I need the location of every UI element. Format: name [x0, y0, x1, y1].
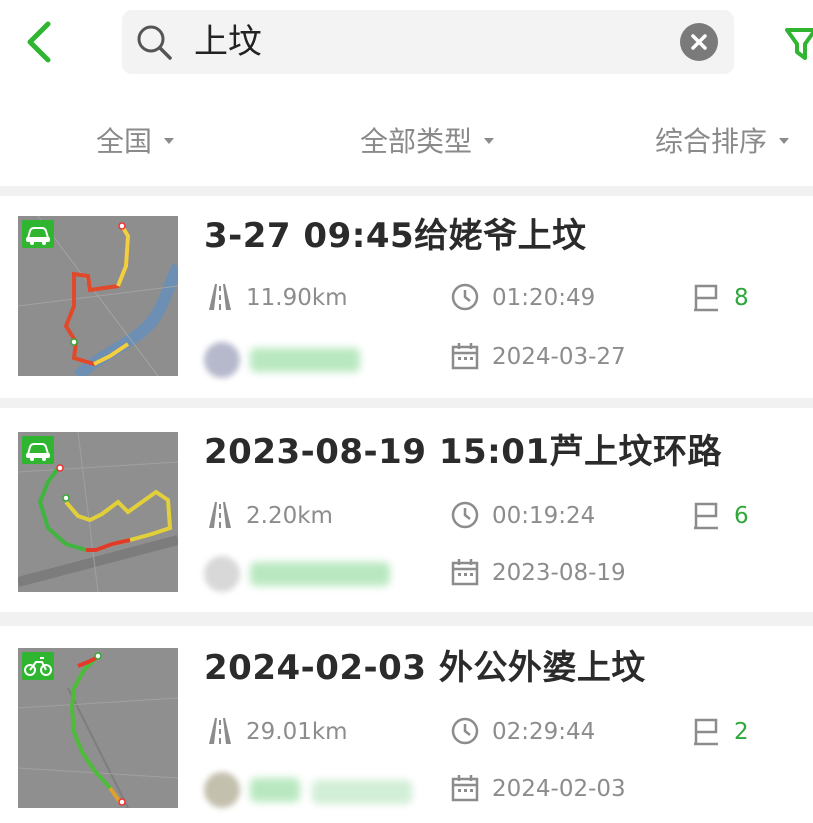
track-card[interactable]: 2023-08-19 15:01芦上坟环路 2.20km 00:19:24 6 …	[0, 412, 813, 612]
filter-type[interactable]: 全部类型	[360, 122, 495, 162]
chevron-left-icon	[27, 21, 51, 63]
date-value: 2024-02-03	[492, 776, 626, 802]
road-distance-icon	[209, 502, 231, 528]
search-input[interactable]: 上坟	[194, 20, 262, 64]
filter-region-label: 全国	[96, 125, 153, 158]
filter-type-label: 全部类型	[360, 125, 473, 158]
waypoint-count: 6	[734, 503, 749, 529]
duration-value: 00:19:24	[492, 503, 596, 529]
filter-sort-label: 综合排序	[655, 125, 768, 158]
calendar-icon	[451, 343, 479, 370]
clock-icon	[451, 283, 479, 311]
avatar[interactable]	[204, 556, 240, 592]
date-value: 2024-03-27	[492, 344, 626, 370]
caret-down-icon	[484, 138, 495, 144]
motorbike-icon	[22, 652, 54, 680]
road-distance-icon	[209, 284, 231, 310]
waypoint-count: 8	[734, 285, 749, 311]
caret-down-icon	[164, 138, 175, 144]
track-card[interactable]: 3-27 09:45给姥爷上坟 11.90km 01:20:49 8 2024-…	[0, 196, 813, 396]
distance-value: 11.90km	[246, 285, 348, 311]
filter-button[interactable]	[785, 18, 813, 66]
route-map-thumbnail[interactable]	[18, 432, 178, 592]
route-map-thumbnail[interactable]	[18, 648, 178, 808]
distance-value: 2.20km	[246, 503, 333, 529]
clock-icon	[451, 717, 479, 745]
top-bar: 上坟	[0, 0, 813, 82]
caret-down-icon	[779, 138, 790, 144]
filter-sort[interactable]: 综合排序	[655, 122, 790, 162]
road-distance-icon	[209, 718, 231, 744]
filter-bar: 全国 全部类型 综合排序	[0, 108, 813, 174]
duration-value: 02:29:44	[492, 719, 596, 745]
track-title[interactable]: 3-27 09:45给姥爷上坟	[204, 214, 587, 258]
flag-icon	[694, 718, 718, 746]
back-button[interactable]	[18, 18, 62, 66]
car-icon	[22, 436, 54, 464]
calendar-icon	[451, 775, 479, 802]
date-value: 2023-08-19	[492, 560, 626, 586]
card-divider	[0, 612, 813, 626]
avatar[interactable]	[204, 772, 240, 808]
funnel-icon	[785, 28, 813, 60]
route-map-thumbnail[interactable]	[18, 216, 178, 376]
filter-region[interactable]: 全国	[96, 122, 175, 162]
waypoint-count: 2	[734, 719, 749, 745]
track-title[interactable]: 2023-08-19 15:01芦上坟环路	[204, 430, 722, 474]
car-icon	[22, 220, 54, 248]
track-title[interactable]: 2024-02-03 外公外婆上坟	[204, 646, 646, 690]
close-icon	[691, 34, 707, 50]
username-blurred[interactable]	[250, 562, 390, 586]
clear-search-button[interactable]	[680, 23, 718, 61]
clock-icon	[451, 501, 479, 529]
avatar[interactable]	[204, 342, 240, 378]
duration-value: 01:20:49	[492, 285, 596, 311]
flag-icon	[694, 284, 718, 312]
flag-icon	[694, 502, 718, 530]
section-divider	[0, 186, 813, 196]
username-blurred[interactable]	[250, 348, 360, 372]
magnifier-icon	[137, 25, 172, 60]
calendar-icon	[451, 559, 479, 586]
card-divider	[0, 398, 813, 408]
username-blurred[interactable]	[312, 780, 412, 804]
username-blurred[interactable]	[250, 778, 300, 802]
track-card[interactable]: 2024-02-03 外公外婆上坟 29.01km 02:29:44 2 202…	[0, 628, 813, 823]
search-box[interactable]: 上坟	[122, 10, 734, 74]
distance-value: 29.01km	[246, 719, 348, 745]
